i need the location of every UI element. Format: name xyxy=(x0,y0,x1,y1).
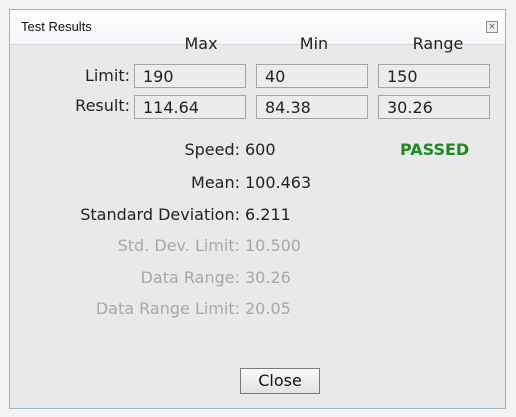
test-results-dialog: Test Results × Max Min Range Limit: 190 … xyxy=(9,9,506,409)
mean-label: Mean: xyxy=(191,173,240,192)
result-range-field: 30.26 xyxy=(378,95,490,119)
result-min-field: 84.38 xyxy=(256,95,368,119)
data-range-label: Data Range: xyxy=(140,268,240,287)
result-max-field: 114.64 xyxy=(134,95,246,119)
speed-value: 600 xyxy=(245,140,276,159)
data-range-value: 30.26 xyxy=(245,268,291,287)
close-button[interactable]: Close xyxy=(240,368,320,394)
data-range-limit-label: Data Range Limit: xyxy=(95,299,240,318)
limit-max-field: 190 xyxy=(134,64,246,88)
window-title: Test Results xyxy=(21,19,92,34)
limit-range-field: 150 xyxy=(378,64,490,88)
column-header-range: Range xyxy=(412,34,464,53)
standard-deviation-label: Standard Deviation: xyxy=(80,205,240,224)
data-range-limit-value: 20.05 xyxy=(245,299,291,318)
row-label-result: Result: xyxy=(75,96,130,115)
limit-min-field: 40 xyxy=(256,64,368,88)
column-header-max: Max xyxy=(184,34,218,53)
standard-deviation-value: 6.211 xyxy=(245,205,291,224)
row-label-limit: Limit: xyxy=(84,66,130,85)
status-badge: PASSED xyxy=(400,140,470,159)
column-header-min: Min xyxy=(299,34,329,53)
std-dev-limit-label: Std. Dev. Limit: xyxy=(117,236,240,255)
std-dev-limit-value: 10.500 xyxy=(245,236,301,255)
speed-label: Speed: xyxy=(184,140,240,159)
close-window-icon[interactable]: × xyxy=(486,21,498,33)
mean-value: 100.463 xyxy=(245,173,312,192)
